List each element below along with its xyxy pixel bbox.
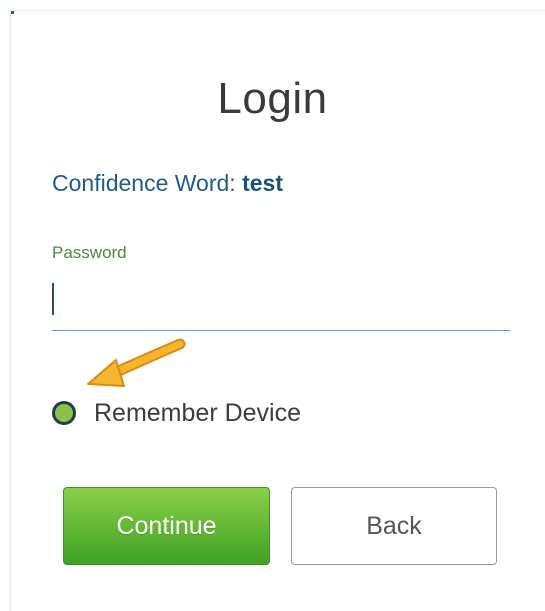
text-caret: [52, 283, 54, 315]
continue-button[interactable]: Continue: [63, 487, 270, 565]
pointer-arrow-icon: [87, 338, 186, 387]
password-field[interactable]: [52, 276, 510, 331]
confidence-word: test: [242, 170, 283, 196]
corner-marker: [11, 11, 14, 14]
confidence-label: Confidence Word:: [52, 170, 236, 196]
password-label: Password: [52, 243, 127, 262]
remember-device-option[interactable]: Remember Device: [52, 393, 301, 433]
remember-device-label: Remember Device: [94, 398, 302, 427]
back-button[interactable]: Back: [291, 487, 497, 565]
page-title: Login: [217, 74, 328, 123]
remember-device-radio[interactable]: [52, 401, 76, 425]
confidence-word-line: Confidence Word: test: [52, 170, 283, 197]
